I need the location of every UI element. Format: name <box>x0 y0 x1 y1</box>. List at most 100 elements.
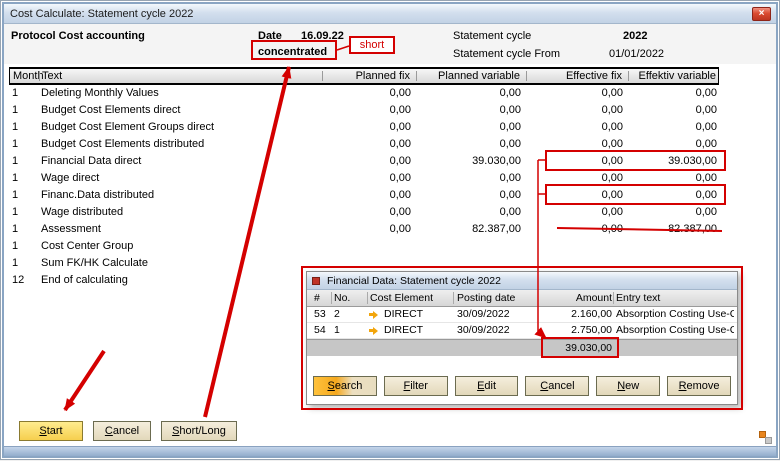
cell-planned-variable: 0,00 <box>426 102 521 119</box>
sub-cancel-button[interactable]: Cancel <box>525 376 589 396</box>
cell-month: 1 <box>12 85 38 102</box>
table-row[interactable]: 1Sum FK/HK Calculate <box>9 255 719 272</box>
col-header-cost-element: Cost Element <box>370 291 433 306</box>
cell-effective-fix: 0,00 <box>528 170 623 187</box>
cell-effective-fix: 0,00 <box>528 187 623 204</box>
cell-planned-fix: 0,00 <box>316 204 411 221</box>
column-separator <box>453 292 454 304</box>
table-row[interactable]: 1Budget Cost Elements distributed0,000,0… <box>9 136 719 153</box>
column-separator <box>331 292 332 304</box>
column-separator <box>613 292 614 304</box>
protocol-table-body: 1Deleting Monthly Values0,000,000,000,00… <box>9 85 719 289</box>
cell-number: 54 <box>314 323 332 339</box>
cell-month: 1 <box>12 102 38 119</box>
cell-month: 1 <box>12 170 38 187</box>
cell-text: End of calculating <box>41 272 321 289</box>
cell-effektiv-variable: 0,00 <box>622 187 717 204</box>
resize-grip-square-gray <box>765 437 772 444</box>
subwindow-table-row[interactable]: 532DIRECT30/09/20222.160,00Absorption Co… <box>307 307 737 323</box>
cell-effective-fix: 0,00 <box>528 204 623 221</box>
cell-text: Assessment <box>41 221 321 238</box>
table-row[interactable]: 1Cost Center Group <box>9 238 719 255</box>
cell-no: 2 <box>334 307 364 323</box>
cell-text: Deleting Monthly Values <box>41 85 321 102</box>
column-separator <box>526 71 527 81</box>
column-separator <box>367 292 368 304</box>
cell-effektiv-variable <box>622 238 717 255</box>
table-row[interactable]: 1Assessment0,0082.387,000,0082.387,00 <box>9 221 719 238</box>
column-separator <box>39 71 40 81</box>
sub-filter-button[interactable]: Filter <box>384 376 448 396</box>
sub-search-button[interactable]: Search <box>313 376 377 396</box>
window-titlebar[interactable]: Cost Calculate: Statement cycle 2022 × <box>4 4 776 24</box>
table-row[interactable]: 1Financ.Data distributed0,000,000,000,00 <box>9 187 719 204</box>
subwindow-table-header: # No. Cost Element Posting date Amount E… <box>307 290 737 307</box>
table-row[interactable]: 1Financial Data direct0,0039.030,000,003… <box>9 153 719 170</box>
cell-effektiv-variable: 0,00 <box>622 204 717 221</box>
cell-effektiv-variable: 39.030,00 <box>622 153 717 170</box>
close-button[interactable]: × <box>752 7 771 21</box>
col-header-effective-fix: Effective fix <box>527 69 622 83</box>
cell-planned-fix: 0,00 <box>316 85 411 102</box>
sub-edit-button[interactable]: Edit <box>455 376 519 396</box>
table-row[interactable]: 1Wage distributed0,000,000,000,00 <box>9 204 719 221</box>
col-header-planned-variable: Planned variable <box>425 69 520 83</box>
short-long-button[interactable]: Short/Long <box>161 421 237 441</box>
subwindow-table-body: 532DIRECT30/09/20222.160,00Absorption Co… <box>307 307 737 339</box>
cell-effective-fix <box>528 255 623 272</box>
subwindow-icon <box>312 277 320 285</box>
cell-amount: 2.750,00 <box>527 323 612 339</box>
table-row[interactable]: 1Budget Cost Elements direct0,000,000,00… <box>9 102 719 119</box>
col-header-planned-fix: Planned fix <box>315 69 410 83</box>
subwindow-title: Financial Data: Statement cycle 2022 <box>327 275 501 287</box>
cell-planned-fix <box>316 255 411 272</box>
table-row[interactable]: 1Budget Cost Element Groups direct0,000,… <box>9 119 719 136</box>
cell-planned-fix <box>316 238 411 255</box>
cell-month: 1 <box>12 119 38 136</box>
cell-planned-variable: 39.030,00 <box>426 153 521 170</box>
annotation-arrow-to-start <box>65 351 104 410</box>
cell-planned-fix: 0,00 <box>316 136 411 153</box>
subwindow-table-row[interactable]: 541DIRECT30/09/20222.750,00Absorption Co… <box>307 323 737 339</box>
cell-effektiv-variable: 0,00 <box>622 136 717 153</box>
cell-planned-fix: 0,00 <box>316 187 411 204</box>
sub-new-button[interactable]: New <box>596 376 660 396</box>
cell-text: Wage distributed <box>41 204 321 221</box>
mode-value: concentrated <box>258 45 327 59</box>
cell-text: Wage direct <box>41 170 321 187</box>
cell-planned-variable: 0,00 <box>426 170 521 187</box>
cell-number: 53 <box>314 307 332 323</box>
cell-effektiv-variable: 0,00 <box>622 85 717 102</box>
statement-cycle-from-label: Statement cycle From <box>453 47 560 61</box>
protocol-title: Protocol Cost accounting <box>11 29 145 43</box>
table-row[interactable]: 1Deleting Monthly Values0,000,000,000,00 <box>9 85 719 102</box>
column-separator <box>416 71 417 81</box>
statement-cycle-value: 2022 <box>623 29 647 43</box>
cell-effective-fix: 0,00 <box>528 136 623 153</box>
cell-planned-variable <box>426 238 521 255</box>
cell-effektiv-variable: 82.387,00 <box>622 221 717 238</box>
cell-planned-fix: 0,00 <box>316 153 411 170</box>
financial-data-window: Financial Data: Statement cycle 2022 # N… <box>306 271 738 405</box>
cell-text: Budget Cost Element Groups direct <box>41 119 321 136</box>
cell-month: 1 <box>12 153 38 170</box>
date-label: Date <box>258 29 282 43</box>
sub-remove-button[interactable]: Remove <box>667 376 731 396</box>
column-separator <box>322 71 323 81</box>
resize-grip-icon[interactable] <box>759 431 772 444</box>
cell-planned-variable: 82.387,00 <box>426 221 521 238</box>
subwindow-titlebar[interactable]: Financial Data: Statement cycle 2022 <box>307 272 737 290</box>
total-row: 39.030,00 <box>307 339 737 356</box>
cell-cost-element: DIRECT <box>384 307 454 323</box>
cell-effektiv-variable: 0,00 <box>622 170 717 187</box>
cancel-button[interactable]: Cancel <box>93 421 151 441</box>
column-separator <box>628 71 629 81</box>
total-amount: 39.030,00 <box>527 340 612 357</box>
start-button[interactable]: Start <box>19 421 83 441</box>
table-row[interactable]: 1Wage direct0,000,000,000,00 <box>9 170 719 187</box>
cell-posting-date: 30/09/2022 <box>457 307 529 323</box>
cell-text: Budget Cost Elements distributed <box>41 136 321 153</box>
cell-month: 1 <box>12 221 38 238</box>
cell-planned-fix: 0,00 <box>316 221 411 238</box>
cell-effective-fix: 0,00 <box>528 85 623 102</box>
